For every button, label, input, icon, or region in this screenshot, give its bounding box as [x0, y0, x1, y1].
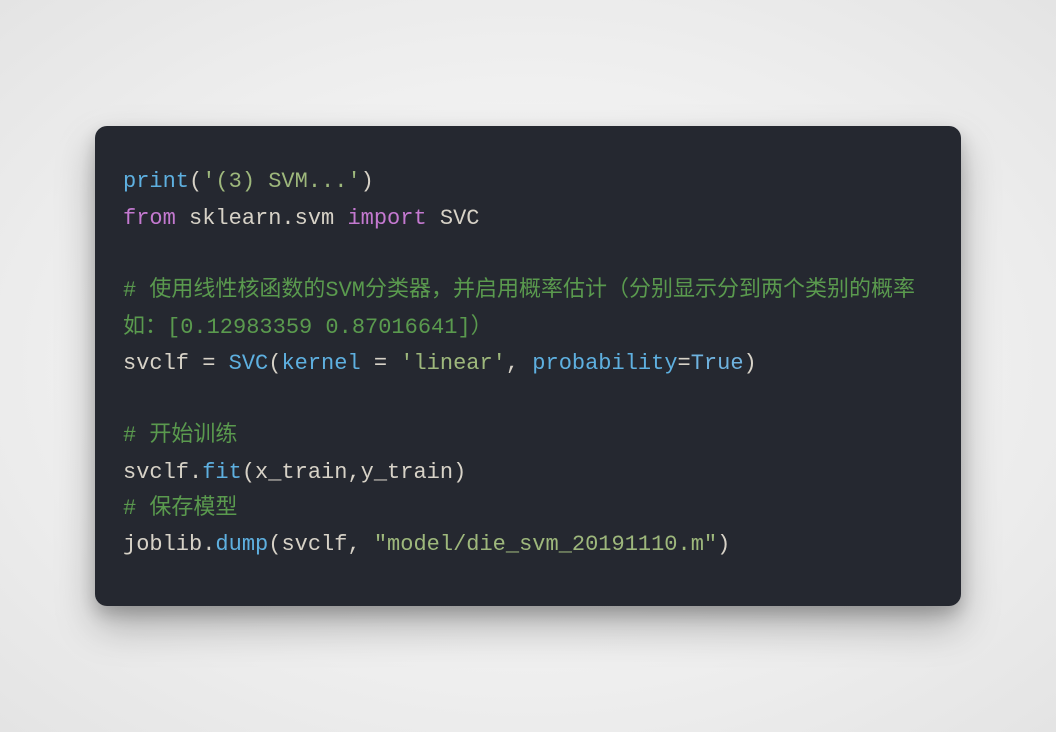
arg-svclf: svclf: [281, 532, 347, 557]
arg-xtrain: x_train: [255, 460, 347, 485]
paren-open: (: [189, 169, 202, 194]
var-svclf: svclf: [123, 351, 202, 376]
imported-name: SVC: [427, 206, 480, 231]
method-dump: dump: [215, 532, 268, 557]
method-fit: fit: [202, 460, 242, 485]
paren-close: ): [717, 532, 730, 557]
paren-open: (: [268, 351, 281, 376]
paren-close: ): [361, 169, 374, 194]
arg-ytrain: y_train: [361, 460, 453, 485]
comma: ,: [347, 460, 360, 485]
space: [215, 351, 228, 376]
bool-true: True: [691, 351, 744, 376]
comma: ,: [347, 532, 373, 557]
code-block: print('(3) SVM...') from sklearn.svm imp…: [123, 164, 933, 563]
var-svclf: svclf: [123, 460, 189, 485]
comment-line: # 使用线性核函数的SVM分类器，并启用概率估计（分别显示分到两个类别的概率如：…: [123, 278, 915, 339]
keyword-from: from: [123, 206, 176, 231]
op-assign: =: [374, 351, 387, 376]
space: [387, 351, 400, 376]
paren-close: ): [453, 460, 466, 485]
param-probability: probability: [532, 351, 677, 376]
string-literal: 'linear': [400, 351, 506, 376]
space: [361, 351, 374, 376]
code-card: print('(3) SVM...') from sklearn.svm imp…: [95, 126, 961, 605]
paren-close: ): [744, 351, 757, 376]
keyword-import: import: [347, 206, 426, 231]
module-joblib: joblib: [123, 532, 202, 557]
param-kernel: kernel: [281, 351, 360, 376]
op-assign: =: [678, 351, 691, 376]
dot: .: [202, 532, 215, 557]
paren-open: (: [268, 532, 281, 557]
comment-line: # 保存模型: [123, 496, 237, 521]
builtin-print: print: [123, 169, 189, 194]
dot: .: [189, 460, 202, 485]
string-literal: "model/die_svm_20191110.m": [374, 532, 717, 557]
comma: ,: [506, 351, 532, 376]
string-literal: '(3) SVM...': [202, 169, 360, 194]
comment-line: # 开始训练: [123, 423, 237, 448]
module-path: sklearn.svm: [176, 206, 348, 231]
op-assign: =: [202, 351, 215, 376]
paren-open: (: [242, 460, 255, 485]
class-svc: SVC: [229, 351, 269, 376]
